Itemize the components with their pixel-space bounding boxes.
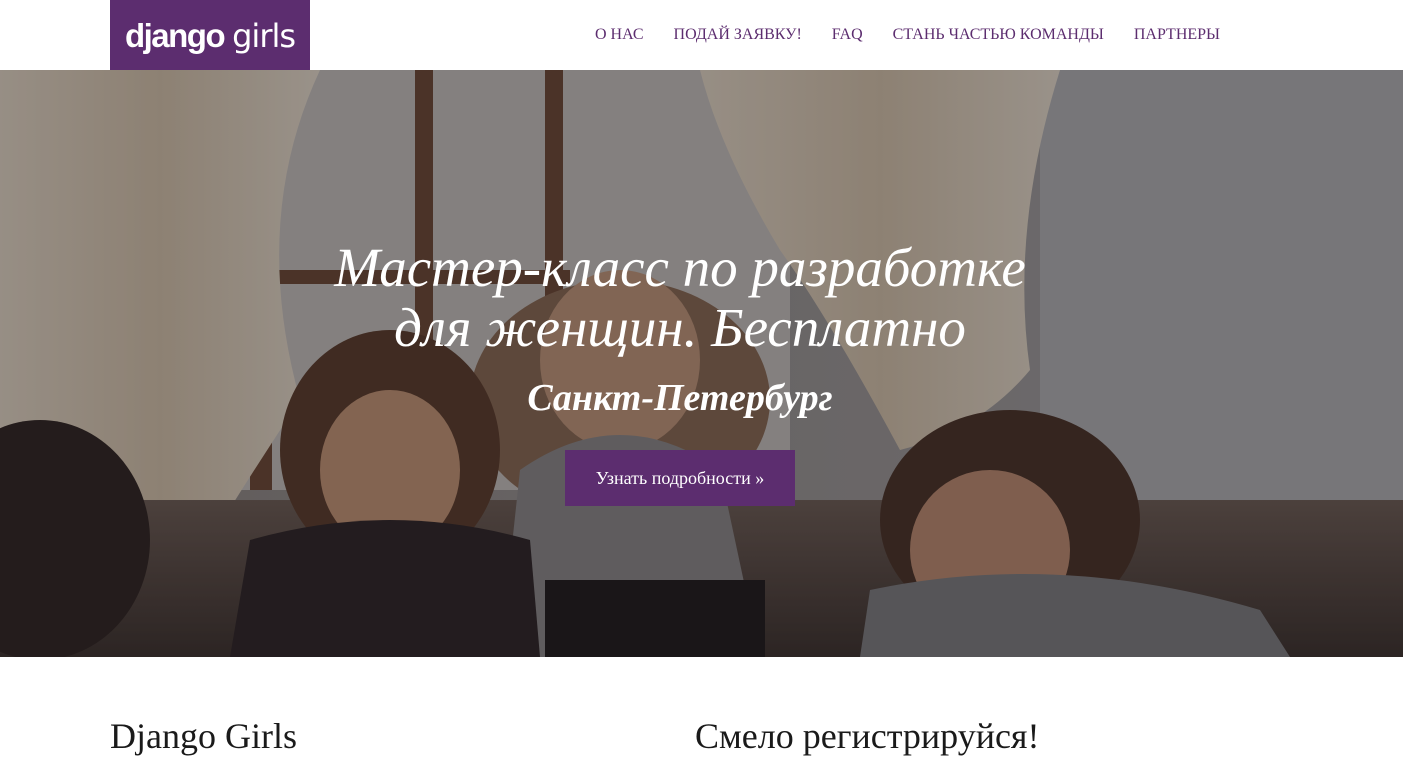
hero-banner: Мастер-класс по разработке для женщин. Б…: [0, 70, 1403, 657]
logo-word-girls: girls: [232, 16, 296, 55]
nav-link-join-team[interactable]: СТАНЬ ЧАСТЬЮ КОМАНДЫ: [893, 26, 1104, 43]
main-nav: О НАС ПОДАЙ ЗАЯВКУ! FAQ СТАНЬ ЧАСТЬЮ КОМ…: [595, 0, 1220, 70]
section-heading-register: Смело регистрируйся!: [695, 716, 1040, 756]
logo-wordmark: django girls: [124, 16, 296, 55]
nav-item-faq: FAQ: [832, 26, 863, 44]
site-header: django girls О НАС ПОДАЙ ЗАЯВКУ! FAQ СТАН…: [0, 0, 1403, 70]
nav-item-partners: ПАРТНЕРЫ: [1134, 26, 1220, 44]
learn-more-button[interactable]: Узнать подробности »: [565, 450, 795, 506]
nav-link-about[interactable]: О НАС: [595, 26, 644, 43]
hero-title-line-1: Мастер-класс по разработке: [334, 237, 1026, 298]
logo-word-django: django: [124, 16, 226, 54]
django-girls-logo[interactable]: django girls: [110, 0, 310, 70]
section-heading-django-girls: Django Girls: [110, 716, 297, 756]
hero-title-line-2: для женщин. Бесплатно: [394, 297, 966, 358]
nav-link-apply[interactable]: ПОДАЙ ЗАЯВКУ!: [674, 26, 802, 43]
nav-item-about: О НАС: [595, 26, 644, 44]
nav-item-join-team: СТАНЬ ЧАСТЬЮ КОМАНДЫ: [893, 26, 1104, 44]
nav-link-partners[interactable]: ПАРТНЕРЫ: [1134, 26, 1220, 43]
hero-city: Санкт-Петербург: [527, 377, 833, 419]
hero-title: Мастер-класс по разработке для женщин. Б…: [200, 238, 1160, 358]
hero-content: Мастер-класс по разработке для женщин. Б…: [0, 70, 1403, 657]
nav-item-apply: ПОДАЙ ЗАЯВКУ!: [674, 26, 802, 44]
nav-link-faq[interactable]: FAQ: [832, 26, 863, 43]
